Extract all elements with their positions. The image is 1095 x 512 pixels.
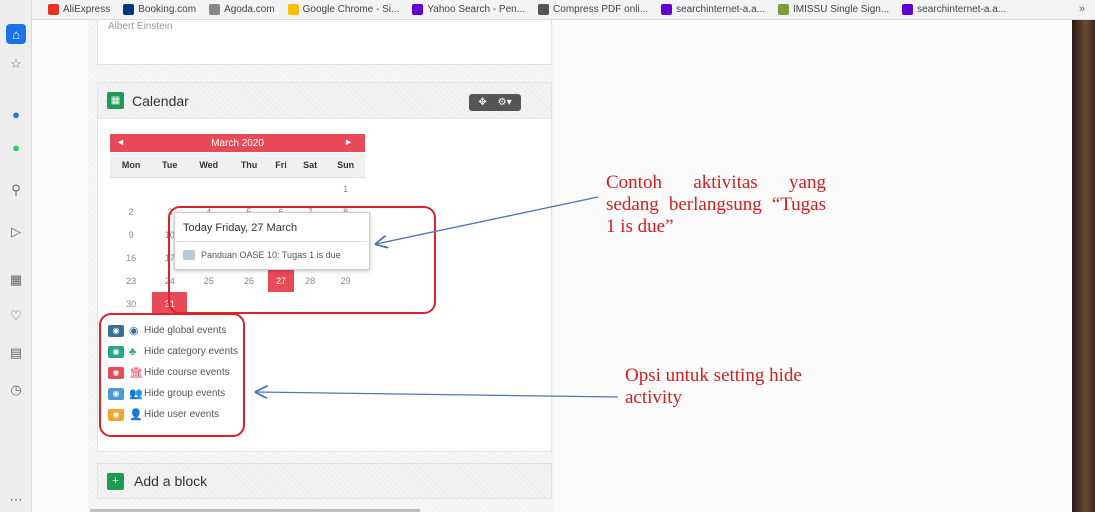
annotation-arrows — [0, 196, 619, 512]
annotation-note-filters: Opsi untuk setting hide activity — [625, 365, 802, 408]
annotation-arrow-filters — [256, 392, 619, 397]
annotation-arrow-activity — [376, 196, 599, 244]
annotation-note-activity: Contoh aktivitas yang sedang berlangsung… — [606, 172, 826, 237]
